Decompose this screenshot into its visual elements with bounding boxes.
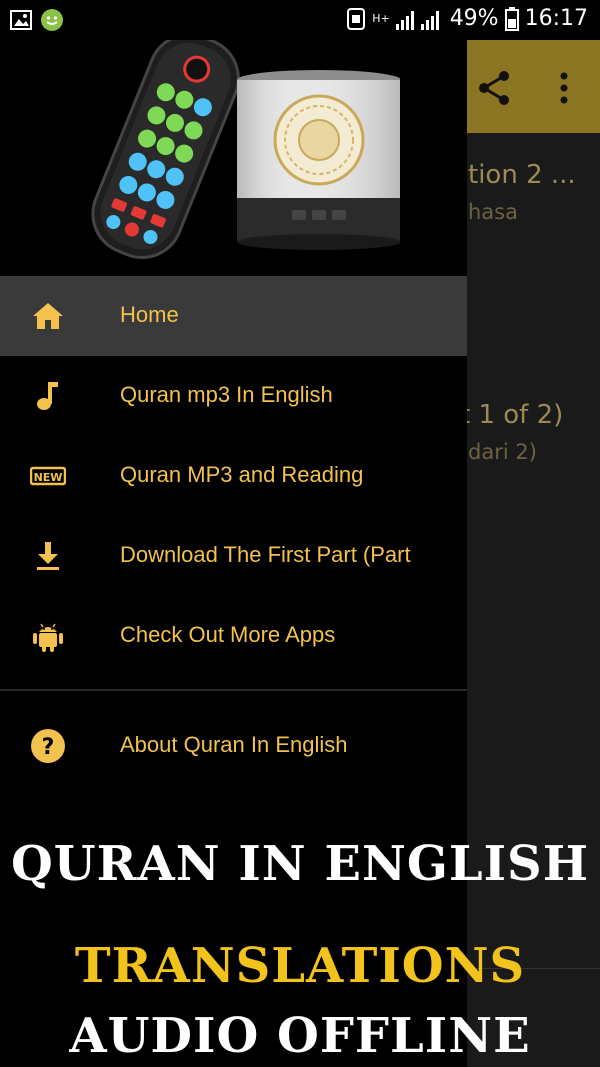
- drawer-item-about[interactable]: ? About Quran In English: [0, 706, 467, 786]
- download-icon: [37, 542, 59, 570]
- home-icon: [33, 303, 63, 329]
- promo-subtitle-audio: AUDIO OFFLINE: [69, 1008, 531, 1064]
- drawer-item-label: Quran mp3 In English: [120, 382, 333, 407]
- drawer-item-quran-mp3-english[interactable]: Quran mp3 In English: [0, 356, 467, 436]
- drawer-item-home[interactable]: Home: [0, 276, 467, 356]
- android-notification-icon: [41, 9, 63, 31]
- gallery-icon: [10, 10, 32, 30]
- drawer-item-more-apps[interactable]: Check Out More Apps: [0, 596, 467, 676]
- nfc-icon: [347, 7, 366, 30]
- navigation-drawer: Home Quran mp3 In English NEW Quran MP3 …: [0, 40, 467, 1067]
- background-list-title-1: tion 2 ...: [468, 160, 576, 190]
- drawer-item-label: Check Out More Apps: [120, 622, 336, 647]
- promo-title: QURAN IN ENGLISH: [10, 836, 590, 892]
- music-note-icon: [37, 382, 58, 410]
- background-list-subtitle-1: hasa: [468, 200, 518, 224]
- help-icon: ?: [31, 729, 65, 763]
- promo-subtitle-translations: TRANSLATIONS: [74, 938, 526, 994]
- status-bar: H+ 49% 16:17: [0, 0, 600, 40]
- background-list-title-2: t 1 of 2): [460, 400, 564, 430]
- status-left-icons: [10, 8, 64, 32]
- status-right-icons: H+ 49% 16:17: [346, 6, 588, 31]
- drawer-item-quran-mp3-reading[interactable]: NEW Quran MP3 and Reading: [0, 436, 467, 516]
- background-list-subtitle-2: dari 2): [468, 440, 537, 464]
- clock: 16:17: [524, 6, 588, 31]
- share-icon[interactable]: [474, 68, 514, 108]
- drawer-item-label: About Quran In English: [120, 732, 348, 757]
- svg-text:?: ?: [42, 735, 55, 760]
- signal-icon: [395, 10, 439, 30]
- network-type: H+: [372, 12, 390, 25]
- quran-speaker-remote-image: [91, 40, 400, 260]
- drawer-item-label: Home: [120, 302, 179, 327]
- drawer-item-label: Quran MP3 and Reading: [120, 462, 364, 487]
- battery-icon: [504, 6, 519, 31]
- drawer-item-label: Download The First Part (Part: [120, 542, 411, 567]
- drawer-item-download-first-part[interactable]: Download The First Part (Part: [0, 516, 467, 596]
- new-badge-icon: NEW: [30, 466, 66, 486]
- more-options-icon[interactable]: [552, 68, 576, 108]
- battery-percent: 49%: [449, 6, 499, 31]
- drawer-divider: [0, 689, 467, 691]
- android-icon: [33, 623, 63, 652]
- drawer-header: [0, 40, 467, 276]
- svg-text:NEW: NEW: [34, 471, 63, 484]
